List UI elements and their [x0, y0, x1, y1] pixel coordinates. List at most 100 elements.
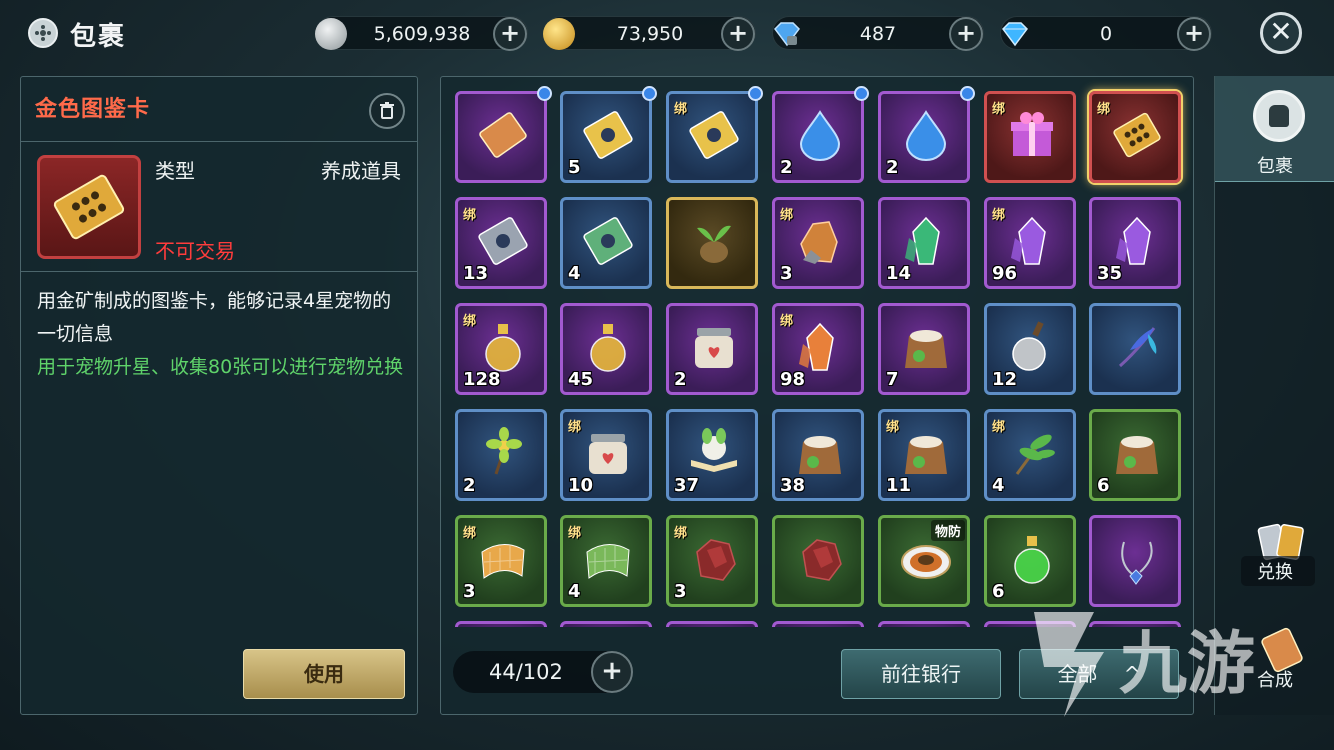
- inventory-slot[interactable]: 12: [984, 303, 1076, 395]
- inventory-slot[interactable]: 6: [984, 515, 1076, 607]
- divider: [21, 271, 417, 272]
- gift-box-icon: [1005, 108, 1059, 162]
- inventory-slot[interactable]: [984, 621, 1076, 627]
- feather-icon: [1110, 320, 1164, 374]
- inventory-slot[interactable]: 绑: [666, 86, 763, 183]
- item-count: 6: [992, 581, 1005, 602]
- inventory-slot[interactable]: 2: [878, 86, 975, 183]
- tab-bag-label: 包裹: [1257, 156, 1293, 177]
- synthesize-button[interactable]: 合成: [1215, 626, 1334, 698]
- potion-icon: [476, 320, 530, 374]
- item-count: 11: [886, 475, 912, 496]
- item-count: 35: [1097, 263, 1123, 284]
- bound-badge: 绑: [992, 102, 1006, 117]
- item-usage: 用于宠物升星、收集80张可以进行宠物兑换: [37, 356, 404, 378]
- crystal-icon: [793, 320, 847, 374]
- jar-icon: [687, 320, 741, 374]
- inventory-slot[interactable]: 37: [666, 409, 758, 501]
- inventory-slot[interactable]: 绑3: [772, 197, 864, 289]
- inventory-slot[interactable]: [1089, 621, 1181, 627]
- food-sack-icon: [1110, 426, 1164, 480]
- tab-bag[interactable]: 包裹: [1215, 76, 1334, 182]
- inventory-slot[interactable]: 2: [772, 86, 869, 183]
- flask-icon: [1005, 320, 1059, 374]
- inventory-slot[interactable]: [666, 197, 758, 289]
- food-sack-icon: [899, 426, 953, 480]
- herb-icon: [1005, 426, 1059, 480]
- inventory-slot[interactable]: [560, 621, 652, 627]
- bound-badge: 绑: [674, 102, 688, 117]
- food-sack-icon: [793, 426, 847, 480]
- inventory-slot[interactable]: 2: [455, 409, 547, 501]
- inventory-slot[interactable]: 35: [1089, 197, 1181, 289]
- inventory-slot[interactable]: 绑 11: [878, 409, 970, 501]
- bound-badge: 绑: [463, 208, 477, 223]
- inventory-slot[interactable]: [772, 515, 864, 607]
- bound-badge: 绑: [992, 208, 1006, 223]
- add-diamond-button[interactable]: +: [1177, 17, 1211, 51]
- item-count: 14: [886, 263, 912, 284]
- bag-title-icon: [28, 18, 58, 48]
- new-item-dot: [642, 86, 657, 101]
- add-gold-button[interactable]: +: [721, 17, 755, 51]
- inventory-slot[interactable]: [666, 621, 758, 627]
- inventory-slot[interactable]: 绑: [984, 91, 1076, 183]
- filter-all-button[interactable]: 全部 ^: [1019, 649, 1179, 699]
- item-count: 37: [674, 475, 700, 496]
- close-button[interactable]: ✕: [1260, 12, 1302, 54]
- water-drop-icon: [793, 108, 847, 162]
- inventory-slot[interactable]: 绑3: [666, 515, 758, 607]
- inventory-slot[interactable]: [772, 621, 864, 627]
- bound-badge: 绑: [992, 420, 1006, 435]
- diamond-currency: 0 +: [999, 16, 1212, 51]
- add-silver-button[interactable]: +: [493, 17, 527, 51]
- item-detail-panel: 金色图鉴卡 类型 养成道具 不可交易 用金矿制成的图鉴卡，能够记录4星宠物的一切…: [20, 76, 418, 715]
- inventory-slot[interactable]: 45: [560, 303, 652, 395]
- book-icon: [687, 426, 741, 480]
- item-count: 3: [674, 581, 687, 602]
- inventory-slot[interactable]: [878, 621, 970, 627]
- inventory-slot[interactable]: 绑: [1089, 91, 1181, 183]
- inventory-slot[interactable]: 38: [772, 409, 864, 501]
- item-count: 2: [780, 157, 793, 178]
- inventory-slot[interactable]: 绑 98: [772, 303, 864, 395]
- inventory-slot[interactable]: [1089, 515, 1181, 607]
- water-drop-icon: [899, 108, 953, 162]
- divider: [21, 141, 417, 142]
- inventory-slot[interactable]: 6: [1089, 409, 1181, 501]
- gold-card-icon: [1110, 108, 1164, 162]
- inventory-slot[interactable]: 绑 13: [455, 197, 547, 289]
- go-to-bank-button[interactable]: 前往银行: [841, 649, 1001, 699]
- item-type-value: 养成道具: [321, 159, 401, 183]
- diamond-icon: [999, 18, 1031, 50]
- inventory-slot[interactable]: 14: [878, 197, 970, 289]
- inventory-slot[interactable]: 绑 10: [560, 409, 652, 501]
- use-button[interactable]: 使用: [243, 649, 405, 699]
- inventory-slot[interactable]: 绑3: [455, 515, 547, 607]
- inventory-slot[interactable]: 物防: [878, 515, 970, 607]
- add-locked-diamond-button[interactable]: +: [949, 17, 983, 51]
- expand-capacity-button[interactable]: +: [591, 651, 633, 693]
- inventory-slot[interactable]: 4: [560, 197, 652, 289]
- inventory-slot[interactable]: 7: [878, 303, 970, 395]
- inventory-slot[interactable]: [455, 621, 547, 627]
- food-sack-icon: [899, 320, 953, 374]
- inventory-grid[interactable]: 5 绑 2 2 绑绑绑 13 4 绑 3 14 绑 96 35 绑 128 45 2 绑 98 7 12 2 绑 10 37 38…: [441, 77, 1195, 627]
- inventory-slot[interactable]: 绑 96: [984, 197, 1076, 289]
- crystal-icon: [1005, 214, 1059, 268]
- inventory-slot[interactable]: [455, 86, 552, 183]
- inventory-slot[interactable]: 绑4: [560, 515, 652, 607]
- discard-button[interactable]: [369, 93, 405, 129]
- item-count: 10: [568, 475, 594, 496]
- backpack-icon: [1253, 90, 1305, 142]
- inventory-slot[interactable]: [1089, 303, 1181, 395]
- item-count: 96: [992, 263, 1018, 284]
- item-count: 128: [463, 369, 501, 390]
- inventory-slot[interactable]: 绑4: [984, 409, 1076, 501]
- gold-currency: 73,950 +: [543, 16, 756, 51]
- inventory-slot[interactable]: 5: [560, 86, 657, 183]
- exchange-button[interactable]: 兑换: [1215, 516, 1334, 588]
- bound-badge: 绑: [780, 314, 794, 329]
- inventory-slot[interactable]: 2: [666, 303, 758, 395]
- inventory-slot[interactable]: 绑 128: [455, 303, 547, 395]
